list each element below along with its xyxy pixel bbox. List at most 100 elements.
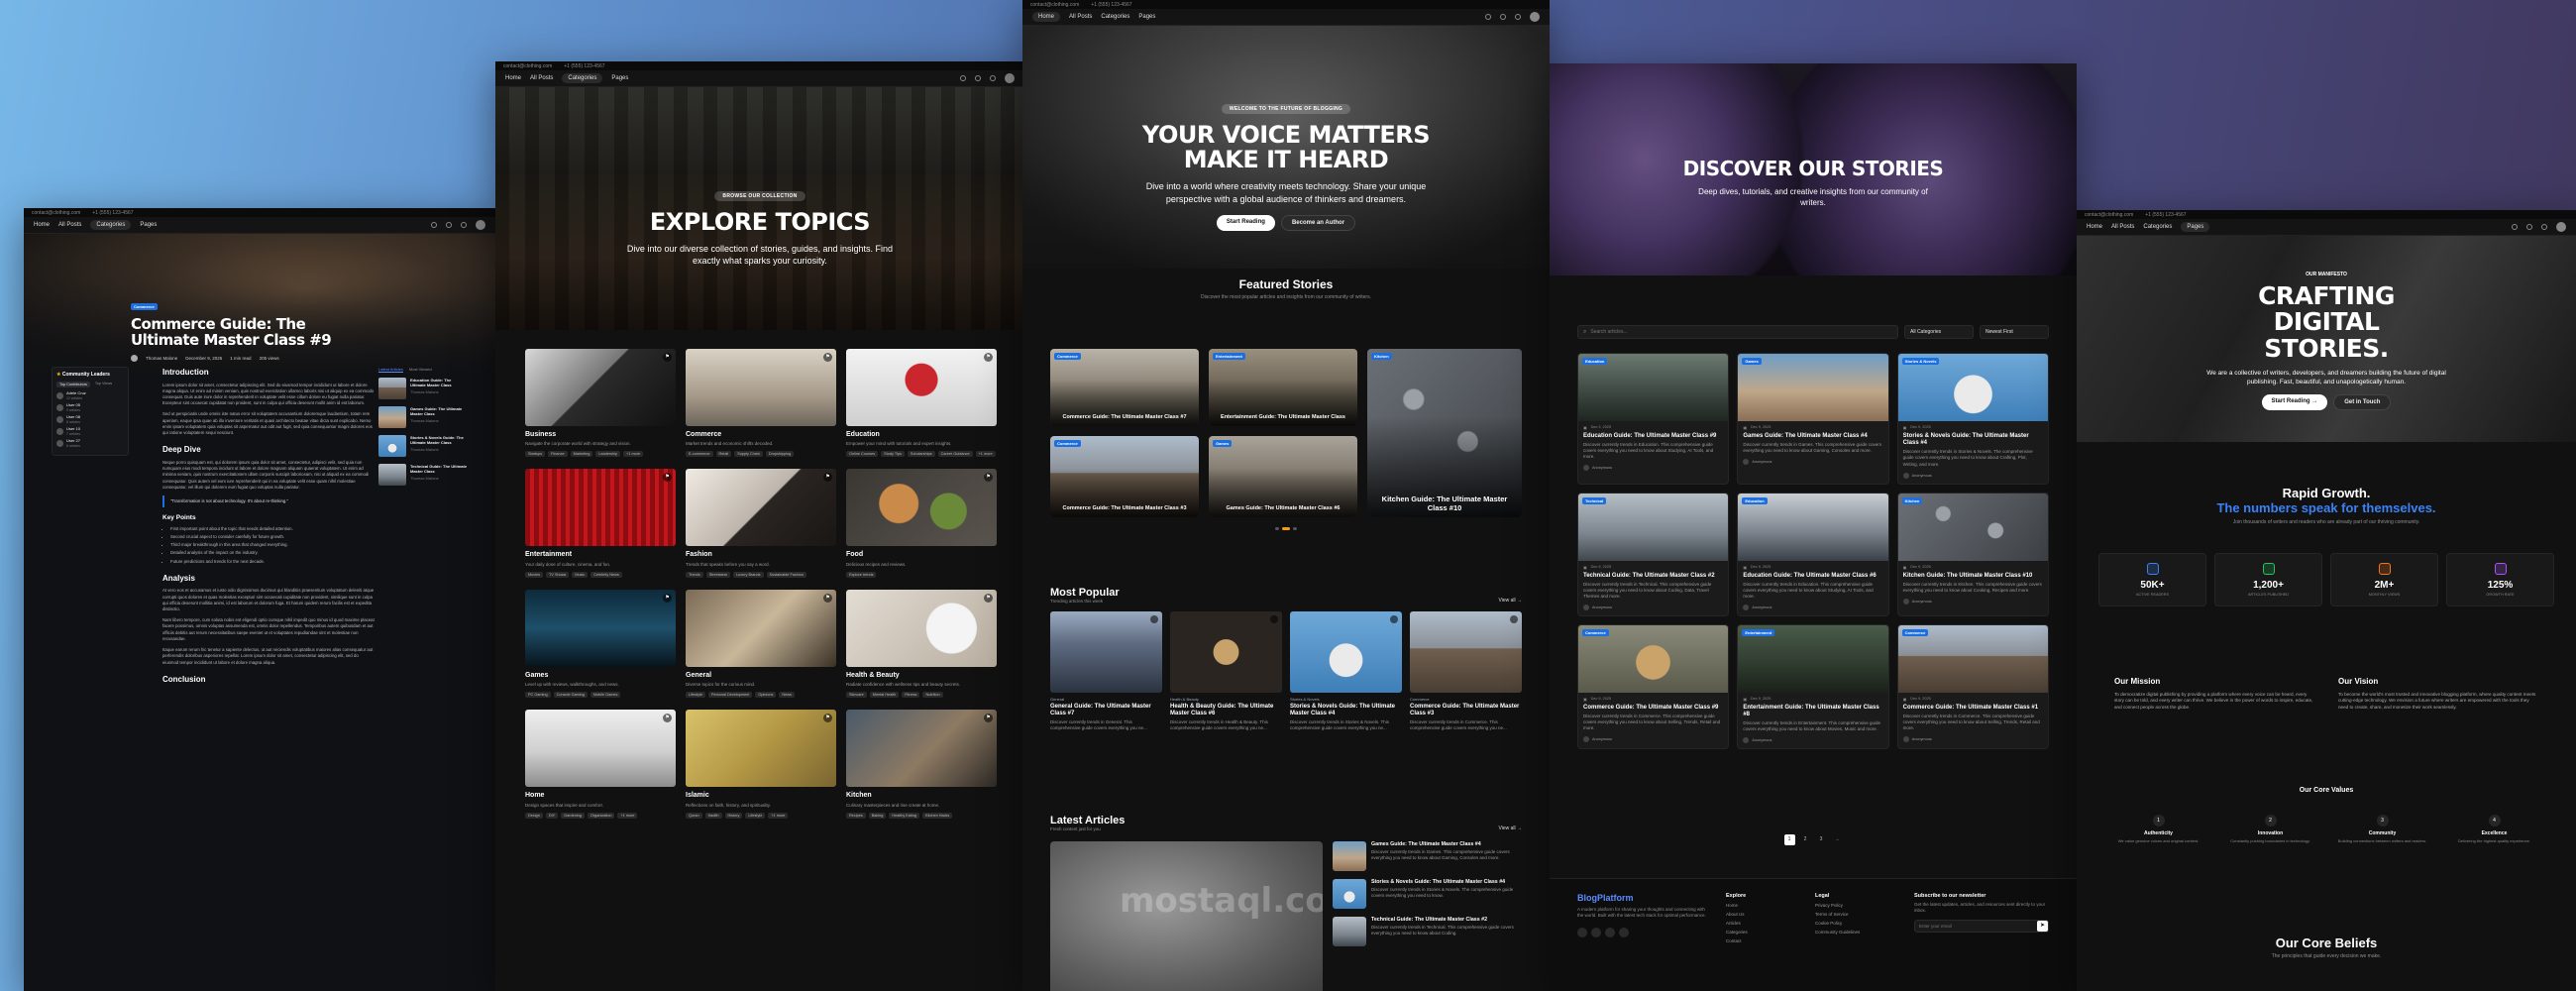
topic-tag[interactable]: TV Shows bbox=[546, 571, 570, 578]
category-badge[interactable]: Entertainment bbox=[1742, 628, 1775, 636]
topic-tag[interactable]: Lifestyle bbox=[686, 692, 705, 699]
topic-tag[interactable]: Hadith bbox=[704, 812, 722, 819]
featured-card[interactable]: KitchenKitchen Guide: The Ultimate Maste… bbox=[1367, 349, 1522, 517]
bookmark-icon[interactable] bbox=[1150, 615, 1158, 623]
category-badge[interactable]: Stories & Novels bbox=[1901, 358, 1940, 365]
bookmark-icon[interactable]: ⚑ bbox=[984, 714, 993, 723]
leader-item[interactable]: User 08 8 articles bbox=[56, 414, 124, 424]
footer-link[interactable]: Categories bbox=[1726, 930, 1795, 935]
topic-tag[interactable]: Sustainable Fashion bbox=[766, 571, 806, 578]
avatar[interactable] bbox=[2556, 222, 2566, 232]
topic-card[interactable]: ⚑ Games Level up with reviews, walkthrough… bbox=[525, 589, 676, 699]
story-card[interactable]: Entertainment ▣ Dec 9, 2025 Entertainment G… bbox=[1737, 623, 1889, 750]
leader-item[interactable]: User 10 7 articles bbox=[56, 426, 124, 436]
nav-all-posts[interactable]: All Posts bbox=[2111, 224, 2134, 230]
story-card[interactable]: Kitchen ▣ Dec 9, 2025 Kitchen Guide: The Ul… bbox=[1896, 492, 2049, 616]
footer-link[interactable]: Home bbox=[1726, 903, 1795, 908]
topic-tag[interactable]: Streetwear bbox=[705, 571, 731, 578]
nav-pages[interactable]: Pages bbox=[611, 75, 628, 81]
topic-card[interactable]: ⚑ Commerce Market trends and economic shif… bbox=[686, 349, 836, 458]
topic-tag[interactable]: PC Gaming bbox=[525, 692, 551, 699]
featured-card[interactable]: EntertainmentEntertainment Guide: The Ul… bbox=[1209, 349, 1357, 426]
topic-tag[interactable]: Gardening bbox=[561, 812, 585, 819]
story-author[interactable]: Anonymous bbox=[1912, 474, 1932, 478]
latest-view-all-link[interactable]: View all → bbox=[1498, 826, 1522, 831]
start-reading-button[interactable]: Start Reading bbox=[1216, 214, 1275, 231]
topic-card[interactable]: ⚑ Kitchen Culinary masterpieces and rise c… bbox=[846, 710, 997, 819]
footer-link[interactable]: Privacy Policy bbox=[1815, 903, 1894, 908]
bell-icon[interactable] bbox=[446, 222, 452, 228]
story-card[interactable]: Education ▣ Dec 9, 2025 Education Guide: Th… bbox=[1737, 492, 1889, 616]
page-button[interactable]: 2 bbox=[1800, 834, 1811, 845]
search-icon[interactable] bbox=[960, 75, 966, 81]
leader-item[interactable]: Adele Cruz 12 articles bbox=[56, 390, 124, 400]
bookmark-icon[interactable] bbox=[1390, 615, 1398, 623]
topic-tag[interactable]: Scholarships bbox=[907, 451, 935, 458]
moon-icon[interactable] bbox=[2541, 224, 2547, 230]
nav-home[interactable]: Home bbox=[2087, 224, 2102, 230]
nav-pages[interactable]: Pages bbox=[1138, 14, 1155, 20]
topic-tag[interactable]: Kitchen Hacks bbox=[922, 812, 953, 819]
category-badge[interactable]: Commerce bbox=[1901, 628, 1929, 636]
carousel-dots[interactable] bbox=[1022, 527, 1550, 530]
nav-categories[interactable]: Categories bbox=[2143, 224, 2172, 230]
nav-home[interactable]: Home bbox=[34, 222, 50, 228]
story-author[interactable]: Anonymous bbox=[1592, 737, 1612, 741]
story-card[interactable]: Stories & Novels ▣ Dec 9, 2025 Stories & No… bbox=[1896, 353, 2049, 485]
nav-home[interactable]: Home bbox=[505, 75, 521, 81]
latest-item[interactable]: Technical Guide: The Ultimate Master Cla… bbox=[1333, 917, 1522, 946]
sidebar-article[interactable]: Stories & Novels Guide: The Ultimate Mas… bbox=[378, 435, 468, 457]
topic-card[interactable]: ⚑ General Diverse topics for the curious m… bbox=[686, 589, 836, 699]
topic-tag[interactable]: Mental Health bbox=[869, 692, 900, 699]
newsletter-email-input[interactable] bbox=[1919, 923, 2037, 929]
bookmark-icon[interactable]: ⚑ bbox=[823, 593, 832, 603]
avatar[interactable] bbox=[1530, 12, 1540, 22]
nav-all-posts[interactable]: All Posts bbox=[58, 222, 81, 228]
topic-tag[interactable]: Supply Chain bbox=[734, 451, 763, 458]
article-author[interactable]: Thomas Malone bbox=[146, 356, 177, 361]
topic-tag[interactable]: +1 more bbox=[623, 451, 644, 458]
footer-link[interactable]: Terms of Service bbox=[1815, 912, 1894, 917]
topic-tag[interactable]: Movies bbox=[525, 571, 544, 578]
topic-tag[interactable]: Dropshipping bbox=[765, 451, 795, 458]
tab-top-views[interactable]: Top Views bbox=[95, 382, 112, 387]
twitter-icon[interactable] bbox=[1577, 927, 1587, 937]
story-card[interactable]: Games ▣ Dec 9, 2025 Games Guide: The Ultima… bbox=[1737, 353, 1889, 485]
popular-card[interactable]: Commerce Commerce Guide: The Ultimate Mas… bbox=[1410, 611, 1522, 732]
topic-tag[interactable]: Trends bbox=[686, 571, 703, 578]
popular-view-all-link[interactable]: View all → bbox=[1498, 598, 1522, 604]
topic-tag[interactable]: Opinions bbox=[755, 692, 777, 699]
topic-tag[interactable]: +1 more bbox=[768, 812, 789, 819]
bell-icon[interactable] bbox=[975, 75, 981, 81]
footer-brand[interactable]: BlogPlatform bbox=[1577, 893, 1706, 903]
latest-item[interactable]: Games Guide: The Ultimate Master Class #… bbox=[1333, 841, 1522, 871]
popular-category[interactable]: Health & Beauty bbox=[1170, 697, 1282, 702]
footer-link[interactable]: Articles bbox=[1726, 921, 1795, 926]
topic-tag[interactable]: Study Tips bbox=[881, 451, 905, 458]
bell-icon[interactable] bbox=[2526, 224, 2532, 230]
get-in-touch-button[interactable]: Get in Touch bbox=[2333, 394, 2392, 411]
page-button[interactable]: 3 bbox=[1816, 834, 1827, 845]
story-author[interactable]: Anonymous bbox=[1912, 737, 1932, 741]
nav-categories[interactable]: Categories bbox=[562, 73, 603, 83]
topic-tag[interactable]: Console Gaming bbox=[553, 692, 588, 699]
popular-category[interactable]: Commerce bbox=[1410, 697, 1522, 702]
footer-link[interactable]: Cookie Policy bbox=[1815, 921, 1894, 926]
category-badge[interactable]: Commerce bbox=[1582, 628, 1609, 636]
topic-tag[interactable]: Design bbox=[525, 812, 543, 819]
latest-item[interactable]: Stories & Novels Guide: The Ultimate Mas… bbox=[1333, 879, 1522, 909]
story-author[interactable]: Anonymous bbox=[1592, 466, 1612, 470]
story-author[interactable]: Anonymous bbox=[1752, 460, 1771, 464]
story-author[interactable]: Anonymous bbox=[1592, 606, 1612, 609]
topic-tag[interactable]: +1 more bbox=[617, 812, 638, 819]
nav-categories[interactable]: Categories bbox=[1101, 14, 1129, 20]
sidebar-article[interactable]: Technical Guide: The Ultimate Master Cla… bbox=[378, 464, 468, 486]
popular-category[interactable]: Stories & Novels bbox=[1290, 697, 1402, 702]
story-card[interactable]: Education ▣ Dec 9, 2025 Education Guide: Th… bbox=[1577, 353, 1730, 485]
linkedin-icon[interactable] bbox=[1605, 927, 1615, 937]
leader-item[interactable]: User 27 6 articles bbox=[56, 438, 124, 448]
topic-card[interactable]: ⚑ Islamic Reflections on faith, history, a… bbox=[686, 710, 836, 819]
topic-tag[interactable]: Skincare bbox=[846, 692, 867, 699]
bookmark-icon[interactable]: ⚑ bbox=[663, 353, 672, 362]
topic-tag[interactable]: Mobile Games bbox=[590, 692, 621, 699]
